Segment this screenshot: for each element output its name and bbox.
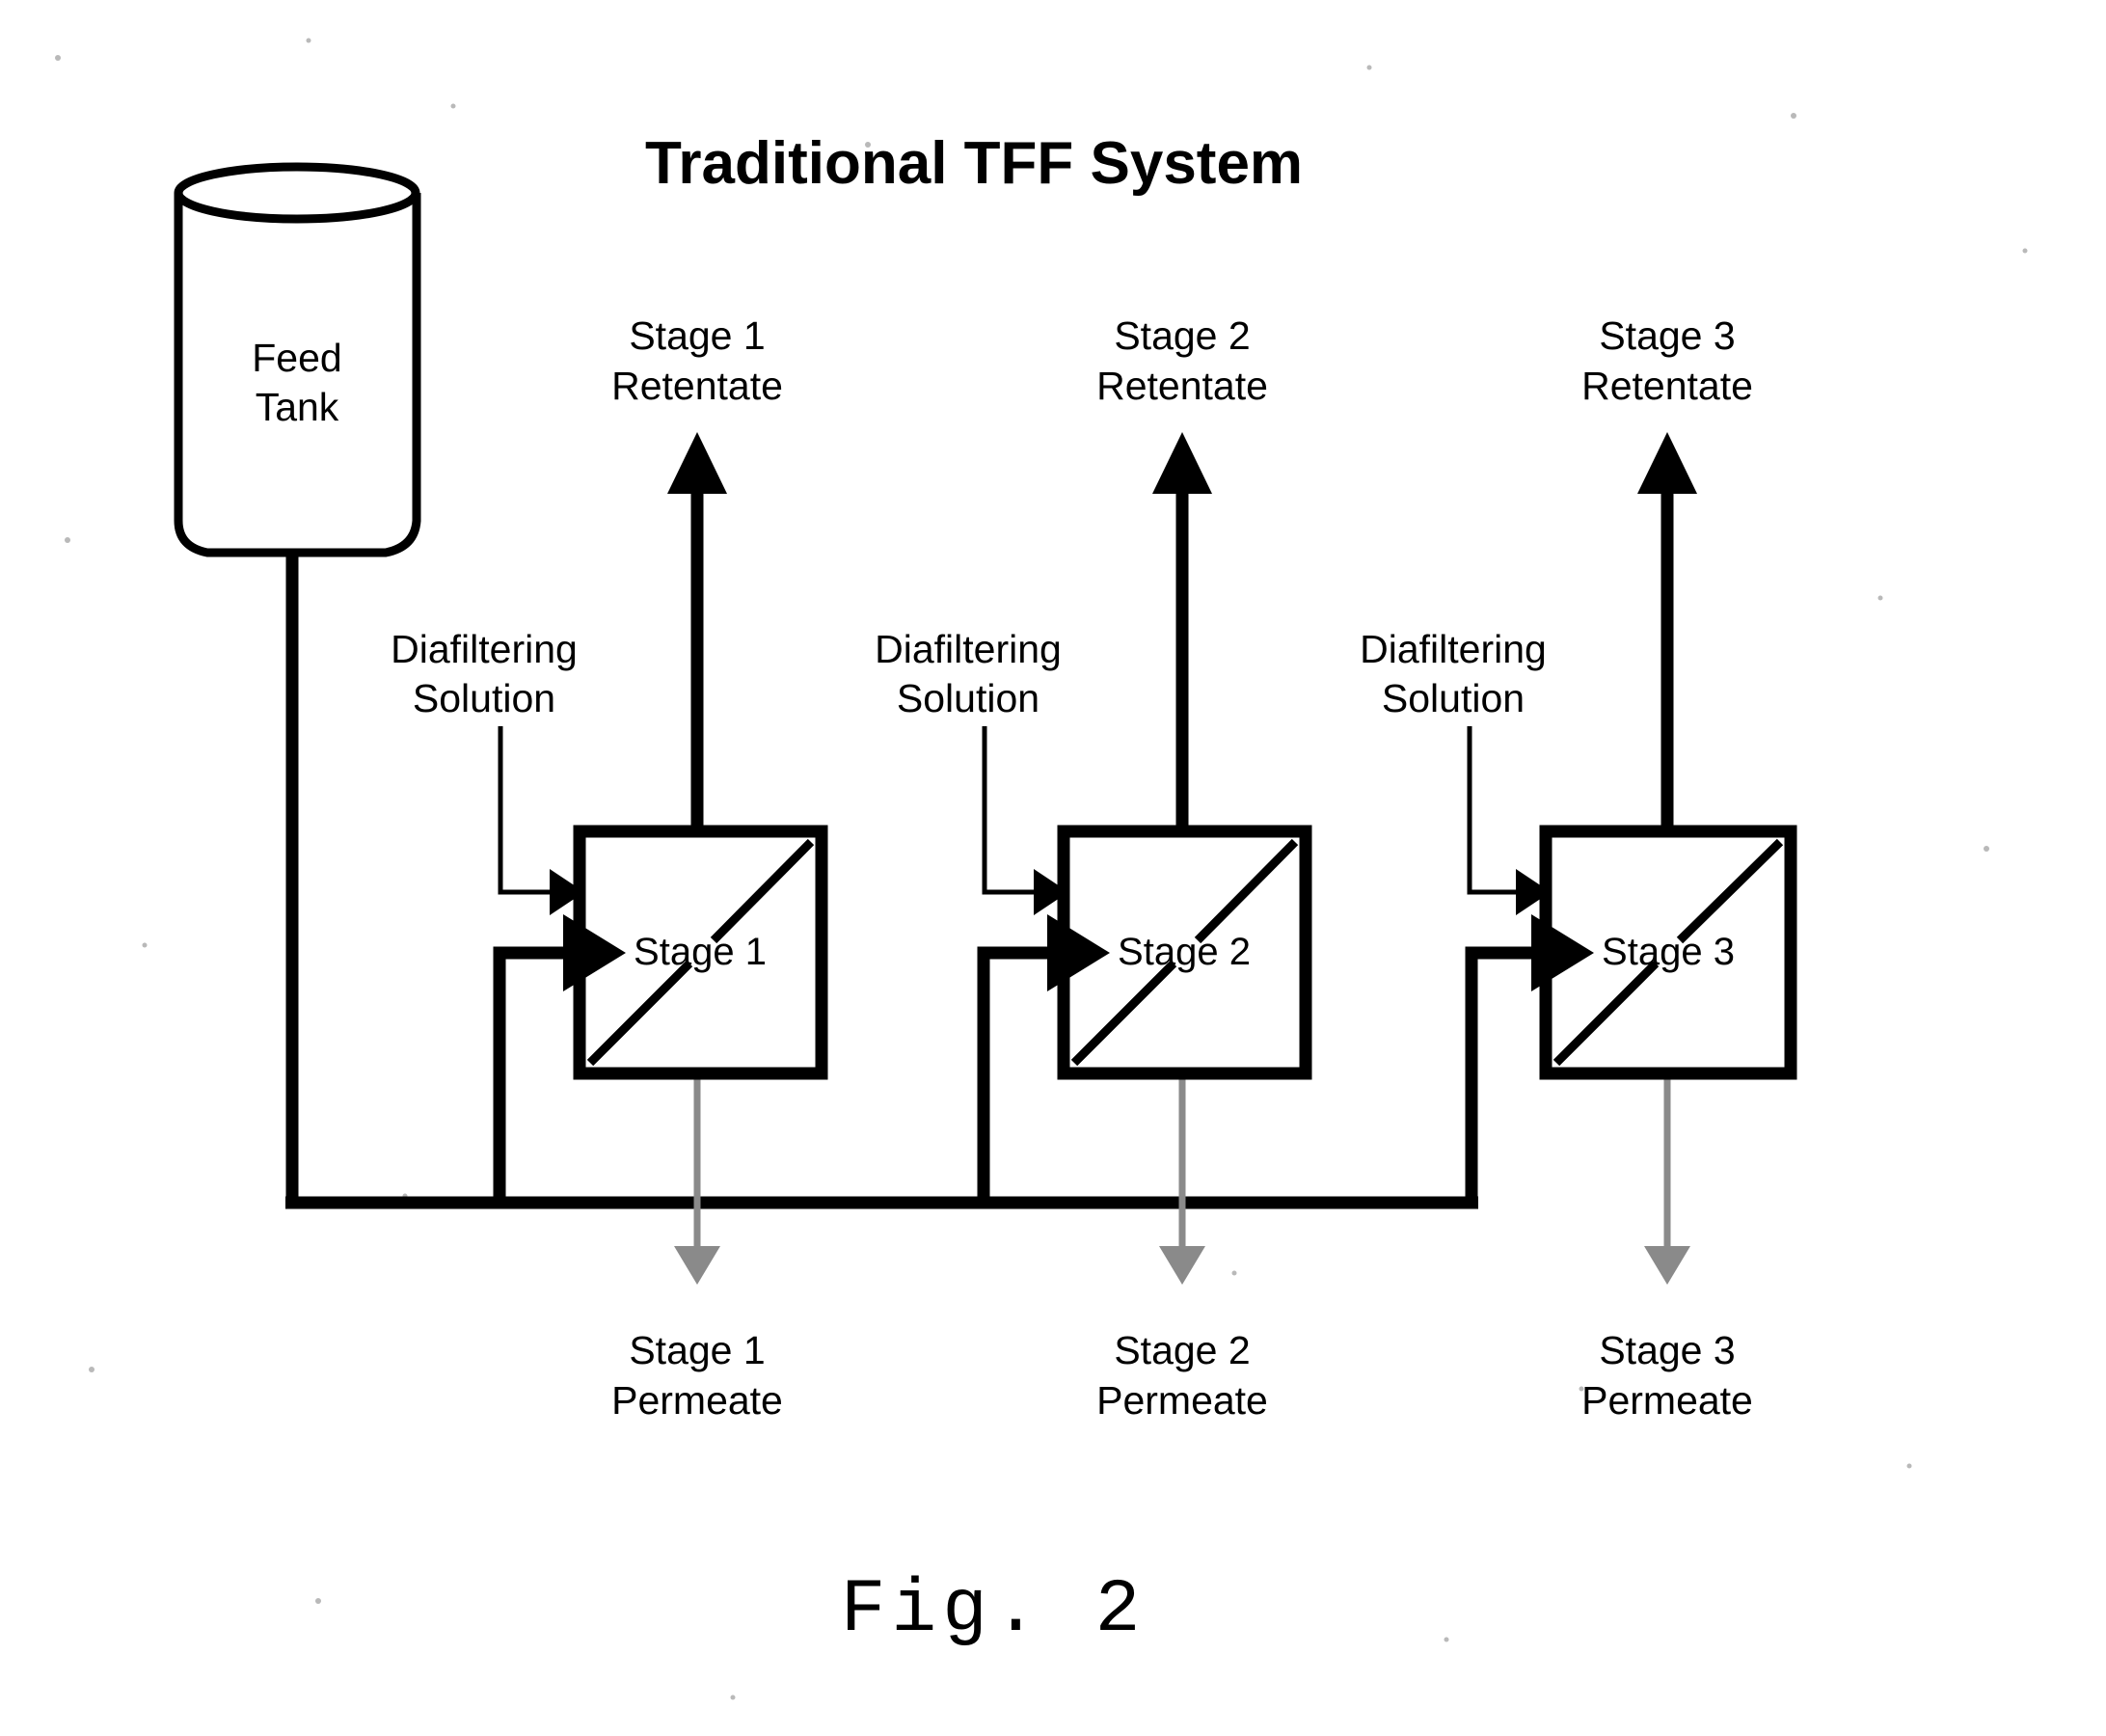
stage-2-diafilter-label-line2: Solution <box>897 676 1040 720</box>
stage-2-retentate-arrowhead <box>1152 432 1212 494</box>
stage-2-permeate-label-line1: Stage 2 <box>1114 1328 1250 1372</box>
stage-1-diafilter-label-line1: Diafiltering <box>391 627 578 671</box>
stage-1-permeate-arrowhead <box>674 1246 720 1285</box>
stage-1-membrane-diagonal-upper <box>710 838 815 944</box>
stage-1-membrane-diagonal-lower <box>586 960 693 1067</box>
stage-1-diafilter-label-line2: Solution <box>413 676 555 720</box>
scan-speckles <box>55 38 2028 1700</box>
stage-2-permeate-arrowhead <box>1159 1246 1205 1285</box>
stage-3-diafilter-line <box>1467 726 1521 895</box>
stage-3-diafilter-label-line2: Solution <box>1382 676 1525 720</box>
stage-1-retentate-arrowhead <box>667 432 727 494</box>
stage-1-feed-arrowhead <box>563 914 626 991</box>
stage-2-membrane-diagonal-upper <box>1194 838 1299 944</box>
stage-1-box-label: Stage 1 <box>634 931 767 973</box>
stage-3-permeate-label-line1: Stage 3 <box>1599 1328 1735 1372</box>
stage-1-permeate-label-line1: Stage 1 <box>629 1328 765 1372</box>
feed-tank-label-line2: Tank <box>256 385 339 429</box>
figure-title: Traditional TFF System <box>645 130 1303 197</box>
stage-1-permeate-label-line2: Permeate <box>611 1378 783 1423</box>
tff-system-diagram: Traditional TFF System Feed Tank Diafilt… <box>55 38 2028 1700</box>
stage-3-membrane-diagonal-lower <box>1552 960 1660 1067</box>
stage-3-retentate-label-line1: Stage 3 <box>1599 313 1735 358</box>
stage-2-diafilter-line <box>982 726 1039 895</box>
stage-2-permeate-label-line2: Permeate <box>1096 1378 1268 1423</box>
stage-2-feed-arrowhead <box>1047 914 1110 991</box>
stage-3-retentate-label-line2: Retentate <box>1581 364 1753 408</box>
feed-tank: Feed Tank <box>174 162 421 557</box>
figure-canvas: Traditional TFF System Feed Tank Diafilt… <box>0 0 2106 1736</box>
stage-3-retentate-arrowhead <box>1637 432 1697 494</box>
stage-1-retentate-label-line2: Retentate <box>611 364 783 408</box>
stage-1-group: Diafiltering Solution Stage 1 Retentate … <box>391 313 828 1423</box>
stage-3-membrane-diagonal-upper <box>1676 838 1784 944</box>
stage-2-box-label: Stage 2 <box>1118 931 1251 973</box>
stage-3-box-label: Stage 3 <box>1602 931 1735 973</box>
stage-1-diafilter-line <box>498 726 554 895</box>
stage-2-retentate-label-line2: Retentate <box>1096 364 1268 408</box>
stage-3-permeate-label-line2: Permeate <box>1581 1378 1753 1423</box>
stage-2-group: Diafiltering Solution Stage 2 Retentate … <box>875 313 1312 1423</box>
stage-2-retentate-label-line1: Stage 2 <box>1114 313 1250 358</box>
stage-1-retentate-label-line1: Stage 1 <box>629 313 765 358</box>
stage-3-permeate-arrowhead <box>1644 1246 1690 1285</box>
stage-2-diafilter-label-line1: Diafiltering <box>875 627 1062 671</box>
stage-3-diafilter-label-line1: Diafiltering <box>1360 627 1547 671</box>
figure-caption: Fig. 2 <box>841 1568 1147 1653</box>
stage-2-membrane-diagonal-lower <box>1070 960 1177 1067</box>
stage-3-group: Diafiltering Solution Stage 3 Retentate … <box>1360 313 1797 1423</box>
feed-tank-label-line1: Feed <box>252 336 341 380</box>
